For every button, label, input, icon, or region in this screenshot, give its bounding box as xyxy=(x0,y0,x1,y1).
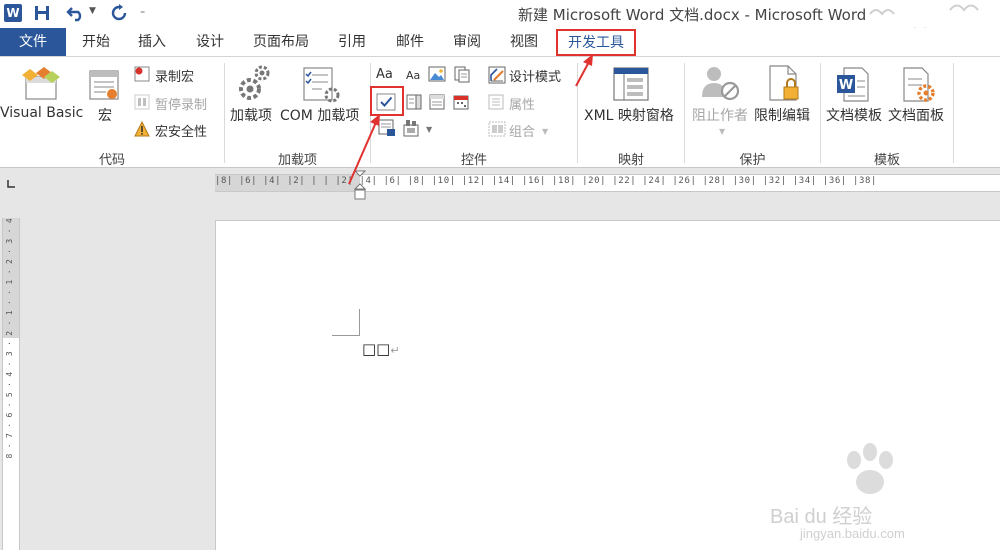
group-label-templates: 模板 xyxy=(873,153,900,168)
com-addins-button[interactable]: COM 加载项 xyxy=(280,105,359,125)
tab-page-layout[interactable]: 页面布局 xyxy=(246,28,316,56)
date-picker-control-icon[interactable] xyxy=(453,94,469,110)
visual-basic-icon[interactable] xyxy=(22,67,60,101)
com-addins-icon[interactable] xyxy=(302,67,340,103)
group-label-controls: 控件 xyxy=(460,153,487,168)
combo-box-control-icon[interactable] xyxy=(406,94,422,110)
building-block-control-icon[interactable] xyxy=(454,66,470,83)
tab-developer[interactable]: 开发工具 xyxy=(556,29,636,56)
undo-dropdown-icon[interactable]: ▼ xyxy=(89,6,96,16)
rich-text-control-icon[interactable]: Aa xyxy=(376,67,393,82)
block-authors-button: 阻止作者 xyxy=(692,108,748,124)
group-divider xyxy=(953,63,954,163)
paragraph-mark: ↵ xyxy=(390,344,400,357)
ruler-ticks: |8| |6| |4| |2| | | |2| |4| |6| |8| |10|… xyxy=(215,176,878,186)
title-bar: W ▼ ₌ 新建 Microsoft Word 文档.docx - Micros… xyxy=(0,0,1000,47)
record-macro-icon[interactable] xyxy=(134,66,150,82)
undo-icon[interactable] xyxy=(66,4,86,22)
inserted-checkboxes[interactable]: □□ xyxy=(362,340,390,358)
vertical-ruler-ticks: 8 · 7 · 6 · 5 · 4 · 3 · 2 · 1 · · 1 · 2 … xyxy=(5,218,14,459)
legacy-tools-icon[interactable] xyxy=(403,119,425,137)
pause-recording-button: 暂停录制 xyxy=(155,98,208,113)
group-label-code: 代码 xyxy=(98,153,125,168)
watermark-text: Bai du 经验 xyxy=(770,506,873,528)
group-divider xyxy=(577,63,578,163)
ribbon: Visual Basic 宏 录制宏 暂停录制 宏安全性 代码 加载项 COM … xyxy=(0,56,1000,168)
group-divider xyxy=(820,63,821,163)
document-template-icon[interactable]: W xyxy=(836,67,870,103)
pause-recording-icon xyxy=(134,94,150,110)
margin-crop-mark xyxy=(332,335,360,336)
design-mode-icon[interactable] xyxy=(488,66,506,84)
tab-file[interactable]: 文件 xyxy=(0,28,66,56)
ribbon-tab-bar: 文件 开始 插入 设计 页面布局 引用 邮件 审阅 视图 开发工具 xyxy=(0,28,1000,56)
tab-design[interactable]: 设计 xyxy=(186,28,234,56)
word-logo-icon[interactable]: W xyxy=(4,4,22,22)
margin-crop-mark xyxy=(359,309,360,336)
ruler-area: |8| |6| |4| |2| | | |2| |4| |6| |8| |10|… xyxy=(0,168,1000,198)
tab-insert[interactable]: 插入 xyxy=(128,28,176,56)
properties-icon xyxy=(488,94,504,110)
properties-button: 属性 xyxy=(509,98,536,113)
legacy-tools-dropdown-icon[interactable]: ▼ xyxy=(426,125,432,134)
tab-review[interactable]: 审阅 xyxy=(443,28,491,56)
restrict-editing-button[interactable]: 限制编辑 xyxy=(754,105,810,125)
macro-security-button[interactable]: 宏安全性 xyxy=(155,121,207,140)
vertical-ruler[interactable]: 8 · 7 · 6 · 5 · 4 · 3 · 2 · 1 · · 1 · 2 … xyxy=(2,218,20,550)
xml-mapping-pane-button[interactable]: XML 映射窗格 xyxy=(584,105,674,125)
addins-button[interactable]: 加载项 xyxy=(230,105,272,125)
tab-references[interactable]: 引用 xyxy=(328,28,376,56)
document-template-button[interactable]: 文档模板 xyxy=(826,105,882,125)
addins-gear-icon[interactable] xyxy=(238,65,272,101)
save-icon[interactable] xyxy=(34,5,50,21)
tab-view[interactable]: 视图 xyxy=(500,28,548,56)
repeating-section-control-icon[interactable] xyxy=(378,119,396,137)
horizontal-ruler[interactable]: |8| |6| |4| |2| | | |2| |4| |6| |8| |10|… xyxy=(215,174,1000,192)
group-label-mapping: 映射 xyxy=(617,153,644,168)
svg-text:W: W xyxy=(839,78,853,93)
group-label-addins: 加载项 xyxy=(277,153,317,168)
group-divider xyxy=(684,63,685,163)
window-title: 新建 Microsoft Word 文档.docx - Microsoft Wo… xyxy=(518,6,867,24)
block-authors-icon xyxy=(702,67,740,101)
document-text[interactable]: □□↵ xyxy=(362,340,400,358)
picture-control-icon[interactable] xyxy=(428,66,446,82)
macros-button[interactable]: 宏 xyxy=(98,105,112,125)
record-macro-button[interactable]: 录制宏 xyxy=(155,66,194,85)
document-panel-button[interactable]: 文档面板 xyxy=(888,105,944,125)
dropdown-list-control-icon[interactable] xyxy=(429,94,445,110)
macros-icon[interactable] xyxy=(88,69,120,101)
redo-icon[interactable] xyxy=(110,4,128,22)
customize-qat-icon[interactable]: ₌ xyxy=(140,6,145,17)
design-mode-button[interactable]: 设计模式 xyxy=(509,66,561,85)
indent-marker-icon[interactable] xyxy=(354,170,366,200)
tab-mailings[interactable]: 邮件 xyxy=(386,28,434,56)
xml-mapping-pane-icon[interactable] xyxy=(612,67,650,101)
group-dropdown-icon: ▼ xyxy=(542,127,549,136)
restrict-editing-icon[interactable] xyxy=(768,65,802,103)
group-label-protect: 保护 xyxy=(739,153,766,168)
block-authors-dropdown-icon: ▼ xyxy=(719,127,726,136)
group-icon xyxy=(488,121,506,137)
watermark-url: jingyan.baidu.com xyxy=(800,526,905,541)
checkbox-highlight xyxy=(370,86,404,116)
document-panel-icon[interactable] xyxy=(902,67,936,103)
tab-selector-icon[interactable] xyxy=(6,179,16,189)
visual-basic-button[interactable]: Visual Basic xyxy=(0,105,83,121)
tab-home[interactable]: 开始 xyxy=(72,28,120,56)
warning-icon[interactable] xyxy=(134,121,150,137)
group-button: 组合 xyxy=(509,125,536,140)
plain-text-control-icon[interactable]: Aa xyxy=(406,69,420,82)
group-divider xyxy=(224,63,225,163)
